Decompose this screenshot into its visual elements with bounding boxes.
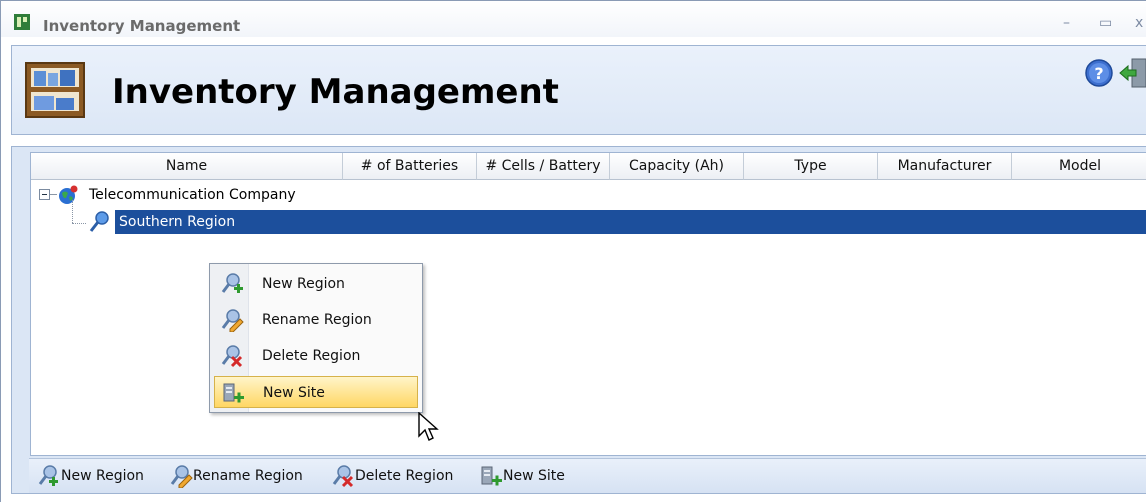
inventory-shelf-icon [25, 62, 85, 118]
minimize-button[interactable]: – [1063, 15, 1070, 31]
column-header-capacity[interactable]: Capacity (Ah) [610, 153, 744, 180]
column-header-manufacturer[interactable]: Manufacturer [878, 153, 1012, 180]
menu-item-label: New Region [262, 276, 345, 292]
rename-region-icon [170, 465, 193, 488]
menu-item-new-region[interactable]: New Region [214, 268, 418, 300]
menu-item-delete-region[interactable]: Delete Region [214, 340, 418, 372]
delete-region-icon [332, 465, 354, 488]
app-icon [14, 14, 30, 30]
column-header-name[interactable]: Name [31, 153, 343, 180]
toolbar-button-label: Delete Region [355, 468, 454, 484]
title-bar[interactable]: Inventory Management – ▭ x [1, 1, 1146, 37]
close-button[interactable]: x [1135, 15, 1143, 31]
tree-item-southern-region[interactable]: Southern Region [119, 210, 235, 234]
menu-item-label: New Site [263, 385, 325, 401]
menu-item-label: Rename Region [262, 312, 372, 328]
tree-item-company[interactable]: Telecommunication Company [89, 183, 296, 207]
app-window: Inventory Management – ▭ x Inventory Man… [0, 0, 1146, 502]
globe-icon [59, 185, 78, 204]
column-header-model[interactable]: Model [1012, 153, 1146, 180]
new-region-icon [38, 465, 58, 486]
context-menu: New Region Rename Region Delete Region N… [209, 263, 423, 413]
new-site-icon [223, 383, 244, 403]
mouse-cursor-icon [418, 412, 439, 441]
rename-region-icon [221, 309, 244, 332]
delete-region-icon [221, 345, 243, 368]
selected-row-highlight[interactable] [115, 210, 1146, 234]
toolbar-new-region-button[interactable]: New Region [37, 463, 151, 489]
exit-icon[interactable] [1118, 56, 1146, 90]
menu-item-rename-region[interactable]: Rename Region [214, 304, 418, 336]
window-title: Inventory Management [43, 17, 241, 35]
page-title: Inventory Management [112, 72, 559, 112]
svg-text:?: ? [1094, 64, 1103, 83]
bottom-toolbar: New Region Rename Region Delete Region N… [29, 458, 1146, 493]
inventory-tree-grid[interactable]: Name # of Batteries # Cells / Battery Ca… [30, 152, 1146, 456]
grid-panel: Name # of Batteries # Cells / Battery Ca… [11, 146, 1146, 494]
tree-connector [50, 194, 57, 195]
toolbar-rename-region-button[interactable]: Rename Region [169, 463, 309, 489]
collapse-toggle[interactable] [39, 189, 50, 200]
menu-item-label: Delete Region [262, 348, 361, 364]
new-site-icon [481, 466, 502, 486]
region-icon [89, 211, 109, 232]
toolbar-button-label: New Region [61, 468, 144, 484]
toolbar-delete-region-button[interactable]: Delete Region [331, 463, 461, 489]
page-header: Inventory Management ? [11, 45, 1146, 135]
toolbar-new-site-button[interactable]: New Site [479, 463, 575, 489]
toolbar-button-label: New Site [503, 468, 565, 484]
column-header-cells[interactable]: # Cells / Battery [477, 153, 610, 180]
new-region-icon [221, 273, 243, 293]
tree-connector [72, 223, 86, 225]
toolbar-button-label: Rename Region [193, 468, 303, 484]
maximize-button[interactable]: ▭ [1099, 15, 1112, 31]
help-icon[interactable]: ? [1084, 58, 1114, 88]
menu-item-new-site[interactable]: New Site [214, 376, 418, 408]
column-header-batteries[interactable]: # of Batteries [343, 153, 477, 180]
tree-connector [72, 200, 74, 223]
column-header-type[interactable]: Type [744, 153, 878, 180]
